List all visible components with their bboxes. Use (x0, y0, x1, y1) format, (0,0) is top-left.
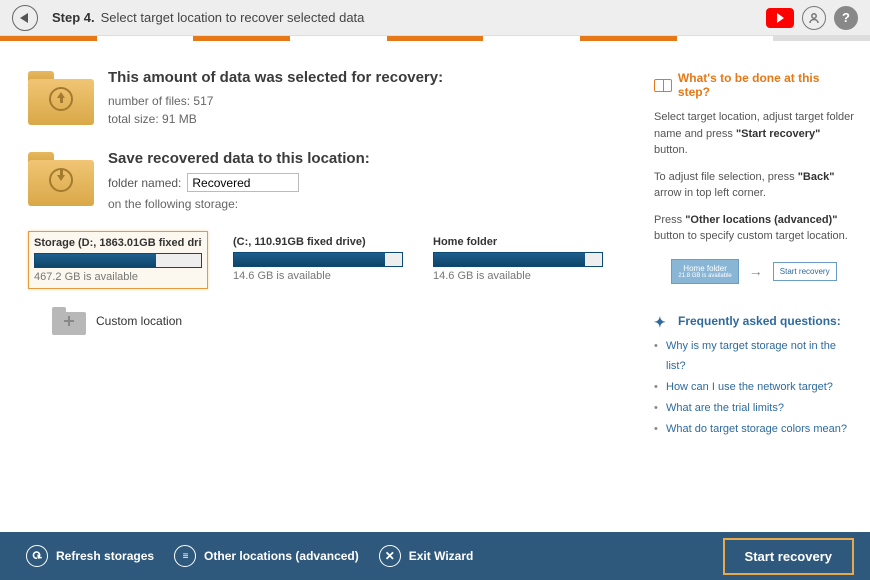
storage-title: Storage (D:, 1863.01GB fixed drive) (34, 237, 202, 249)
user-icon[interactable] (802, 6, 826, 30)
faq-link[interactable]: How can I use the network target? (666, 381, 833, 393)
storage-list: Storage (D:, 1863.01GB fixed drive) 467.… (28, 231, 630, 289)
custom-folder-icon (52, 307, 86, 335)
faq-link[interactable]: Why is my target storage not in the list… (666, 340, 836, 373)
faq-list: Why is my target storage not in the list… (654, 336, 854, 440)
custom-location-label: Custom location (96, 314, 182, 328)
help-title: What's to be done at this step? (678, 71, 854, 99)
total-size: 91 MB (162, 112, 197, 126)
save-title: Save recovered data to this location: (108, 150, 370, 167)
close-icon: ✕ (379, 545, 401, 567)
back-arrow-icon (20, 13, 28, 23)
arrow-right-icon: → (749, 263, 763, 279)
mini-storage-preview: Home folder 21.8 GB is available (671, 259, 738, 284)
wizard-footer: ⟳ Refresh storages ≡ Other locations (ad… (0, 532, 870, 580)
book-icon (654, 79, 672, 92)
exit-wizard-button[interactable]: ✕ Exit Wizard (369, 539, 484, 573)
summary-title: This amount of data was selected for rec… (108, 69, 443, 86)
wizard-header: Step 4. Select target location to recove… (0, 0, 870, 36)
folder-download-icon (28, 150, 94, 206)
size-label: total size: (108, 112, 159, 126)
summary-section: This amount of data was selected for rec… (28, 69, 630, 128)
mini-start-preview: Start recovery (773, 262, 837, 281)
storage-available: 467.2 GB is available (34, 271, 202, 283)
save-section: Save recovered data to this location: fo… (28, 150, 630, 213)
folder-name-label: folder named: (108, 176, 181, 190)
folder-name-input[interactable] (187, 173, 299, 192)
storage-title: (C:, 110.91GB fixed drive) (233, 236, 403, 248)
storage-title: Home folder (433, 236, 603, 248)
youtube-icon[interactable] (766, 8, 794, 28)
storage-available: 14.6 GB is available (433, 270, 603, 282)
other-locations-button[interactable]: ≡ Other locations (advanced) (164, 539, 369, 573)
start-recovery-button[interactable]: Start recovery (723, 538, 854, 575)
storage-bar (34, 253, 202, 268)
storage-option[interactable]: (C:, 110.91GB fixed drive) 14.6 GB is av… (228, 231, 408, 289)
storage-option[interactable]: Home folder 14.6 GB is available (428, 231, 608, 289)
refresh-icon: ⟳ (26, 545, 48, 567)
step-description: Select target location to recover select… (101, 10, 365, 25)
files-count: 517 (193, 94, 213, 108)
faq-title: Frequently asked questions: (678, 314, 841, 328)
storage-available: 14.6 GB is available (233, 270, 403, 282)
help-icon[interactable]: ? (834, 6, 858, 30)
refresh-storages-button[interactable]: ⟳ Refresh storages (16, 539, 164, 573)
help-panel: What's to be done at this step? Select t… (646, 41, 870, 532)
folder-upload-icon (28, 69, 94, 125)
custom-location-option[interactable]: Custom location (52, 307, 630, 335)
storage-bar (233, 252, 403, 267)
mini-preview: Home folder 21.8 GB is available → Start… (654, 259, 854, 284)
storage-option[interactable]: Storage (D:, 1863.01GB fixed drive) 467.… (28, 231, 208, 289)
storage-bar (433, 252, 603, 267)
files-label: number of files: (108, 94, 190, 108)
faq-link[interactable]: What are the trial limits? (666, 402, 784, 414)
back-button[interactable] (12, 5, 38, 31)
faq-link[interactable]: What do target storage colors mean? (666, 423, 847, 435)
faq-icon: ✦ (654, 314, 672, 328)
storage-sub-label: on the following storage: (108, 195, 370, 213)
list-icon: ≡ (174, 545, 196, 567)
step-number: Step 4. (52, 10, 95, 25)
